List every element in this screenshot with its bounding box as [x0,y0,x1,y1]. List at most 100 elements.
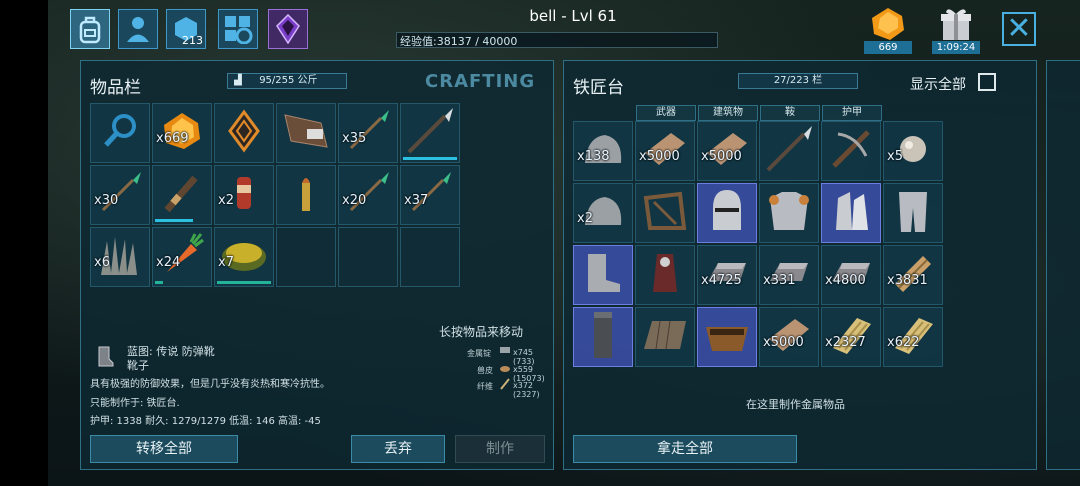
cost-name-3: 纤维 [477,382,493,391]
search-slot-icon [100,111,140,155]
inventory-panel: 物品栏 ▟ 95/255 公斤 CRAFTING x669 x35 x30 x2 x20… [80,60,554,470]
item-slot-hide[interactable]: x5000 [635,121,695,181]
item-slot-fiber2[interactable]: x622 [883,307,943,367]
character-tab-button[interactable] [118,9,158,49]
empty-slot[interactable] [276,227,336,287]
item-slot-stone[interactable]: x138 [573,121,633,181]
item-slot-crossbow[interactable] [821,121,881,181]
item-slot-legs[interactable] [883,183,943,243]
craft-button[interactable]: 制作 [455,435,545,463]
item-slot-club[interactable] [152,165,212,225]
xp-value: 38137 / 40000 [436,35,518,48]
item-slot-spear[interactable]: x37 [400,165,460,225]
show-all-label: 显示全部 [910,77,966,93]
item-quantity: x5000 [639,149,680,164]
empty-slot[interactable] [338,227,398,287]
inventory-weight-bar: ▟ 95/255 公斤 [227,73,347,89]
crafting-tab[interactable]: CRAFTING [425,71,535,92]
close-button[interactable]: ✕ [1002,12,1036,46]
item-quantity: x24 [156,255,181,270]
item-slot-pike[interactable] [400,103,460,163]
item-slot-gloves[interactable] [821,183,881,243]
smithy-slots: 27/223 栏 [738,73,858,89]
smithy-title: 铁匠台 [573,78,624,98]
drop-button[interactable]: 丢弃 [351,435,445,463]
take-all-button[interactable]: 拿走全部 [573,435,797,463]
engrams-tab-button[interactable] [268,9,308,49]
tab-structures[interactable]: 建筑物 [698,105,758,121]
tab-armor[interactable]: 护甲 [822,105,882,121]
tribe-tab-button[interactable]: 213 [166,9,206,49]
item-description: 具有极强的防御效果，但是几乎没有炎热和寒冷抗性。 [90,379,330,390]
item-slot-hide[interactable]: x5000 [697,121,757,181]
item-slot-carrot[interactable]: x24 [152,227,212,287]
smithy-grid: x138 x5000 x5000 x5 x2 x4725 x331 x4800 x3831 x50… [573,121,943,367]
item-quantity: x2 [218,193,234,208]
transfer-all-button[interactable]: 转移全部 [90,435,238,463]
item-slot-floor[interactable] [635,307,695,367]
durability-bar [155,281,163,284]
cost-icons [500,347,510,390]
item-slot-search-slot[interactable] [90,103,150,163]
campfire-icon [281,109,331,157]
item-slot-helmet[interactable] [697,183,757,243]
item-slot-trough[interactable] [697,307,757,367]
item-slot-ingot[interactable]: x4800 [821,245,881,305]
item-slot-chest[interactable] [759,183,819,243]
smithy-hint: 在这里制作金属物品 [746,398,845,411]
item-slot-campfire[interactable] [276,103,336,163]
screen-edge [0,0,48,486]
item-slot-fiber[interactable]: x6 [90,227,150,287]
cost-value-3: x372 (2327) [513,381,540,399]
gift-icon [941,9,971,40]
legs-icon [893,188,933,238]
gift-resource[interactable]: 1:09:24 [932,6,980,54]
amber-resource[interactable]: 669 [864,6,912,54]
item-slot-saddle[interactable] [635,183,695,243]
item-slot-pike[interactable] [759,121,819,181]
item-quantity: x4725 [701,273,742,288]
backpack-icon [79,16,101,44]
next-panel-edge [1046,60,1080,470]
item-quantity: x2 [577,211,593,226]
person-icon [127,17,149,42]
item-slot-ingot[interactable]: x4725 [697,245,757,305]
show-all-checkbox[interactable] [978,73,996,91]
item-slot-pillar[interactable] [573,307,633,367]
durability-bar [403,157,457,160]
item-slot-ball[interactable]: x5 [883,121,943,181]
item-slot-flare[interactable]: x2 [214,165,274,225]
item-slot-ingot[interactable]: x331 [759,245,819,305]
empty-slot[interactable] [400,227,460,287]
xp-text: 经验值:38137 / 40000 [400,35,518,48]
item-quantity: x4800 [825,273,866,288]
settings-tab-button[interactable] [218,9,258,49]
item-slot-amber[interactable]: x669 [152,103,212,163]
weight-icon: ▟ [234,75,242,86]
item-slot-saddle2[interactable] [635,245,695,305]
tab-saddles[interactable]: 鞍 [760,105,820,121]
tab-weapons[interactable]: 武器 [636,105,696,121]
item-quantity: x5000 [763,335,804,350]
item-quantity: x20 [342,193,367,208]
club-icon [159,170,205,220]
item-slot-wood[interactable]: x3831 [883,245,943,305]
item-slot-spear[interactable]: x35 [338,103,398,163]
amber-icon [872,8,904,40]
crossbow-icon [828,126,874,176]
item-slot-implant[interactable] [214,103,274,163]
item-slot-fiber2[interactable]: x2327 [821,307,881,367]
item-slot-boots[interactable] [573,245,633,305]
top-bar: 213 bell - Lvl 61 经验值:38137 / 40000 669 [48,0,1080,56]
item-slot-spear[interactable]: x30 [90,165,150,225]
item-slot-stone[interactable]: x2 [573,183,633,243]
item-slot-cake[interactable]: x7 [214,227,274,287]
item-quantity: x622 [887,335,920,350]
item-slot-spear[interactable]: x20 [338,165,398,225]
item-slot-bullet[interactable] [276,165,336,225]
item-slot-hide[interactable]: x5000 [759,307,819,367]
inventory-tab-button[interactable] [70,9,110,49]
floor-icon [640,315,690,359]
pike-icon [405,106,455,160]
item-quantity: x30 [94,193,119,208]
